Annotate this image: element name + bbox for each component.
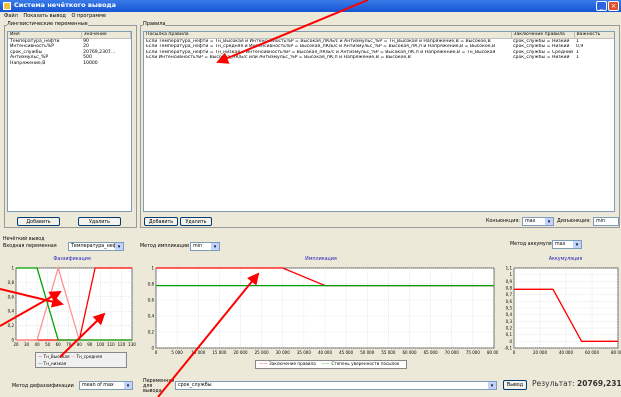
- annotation-arrow: [59, 312, 106, 358]
- annotation-arrow: [216, 0, 369, 64]
- annotation-arrow: [157, 272, 260, 397]
- annotation-arrows: [0, 0, 369, 397]
